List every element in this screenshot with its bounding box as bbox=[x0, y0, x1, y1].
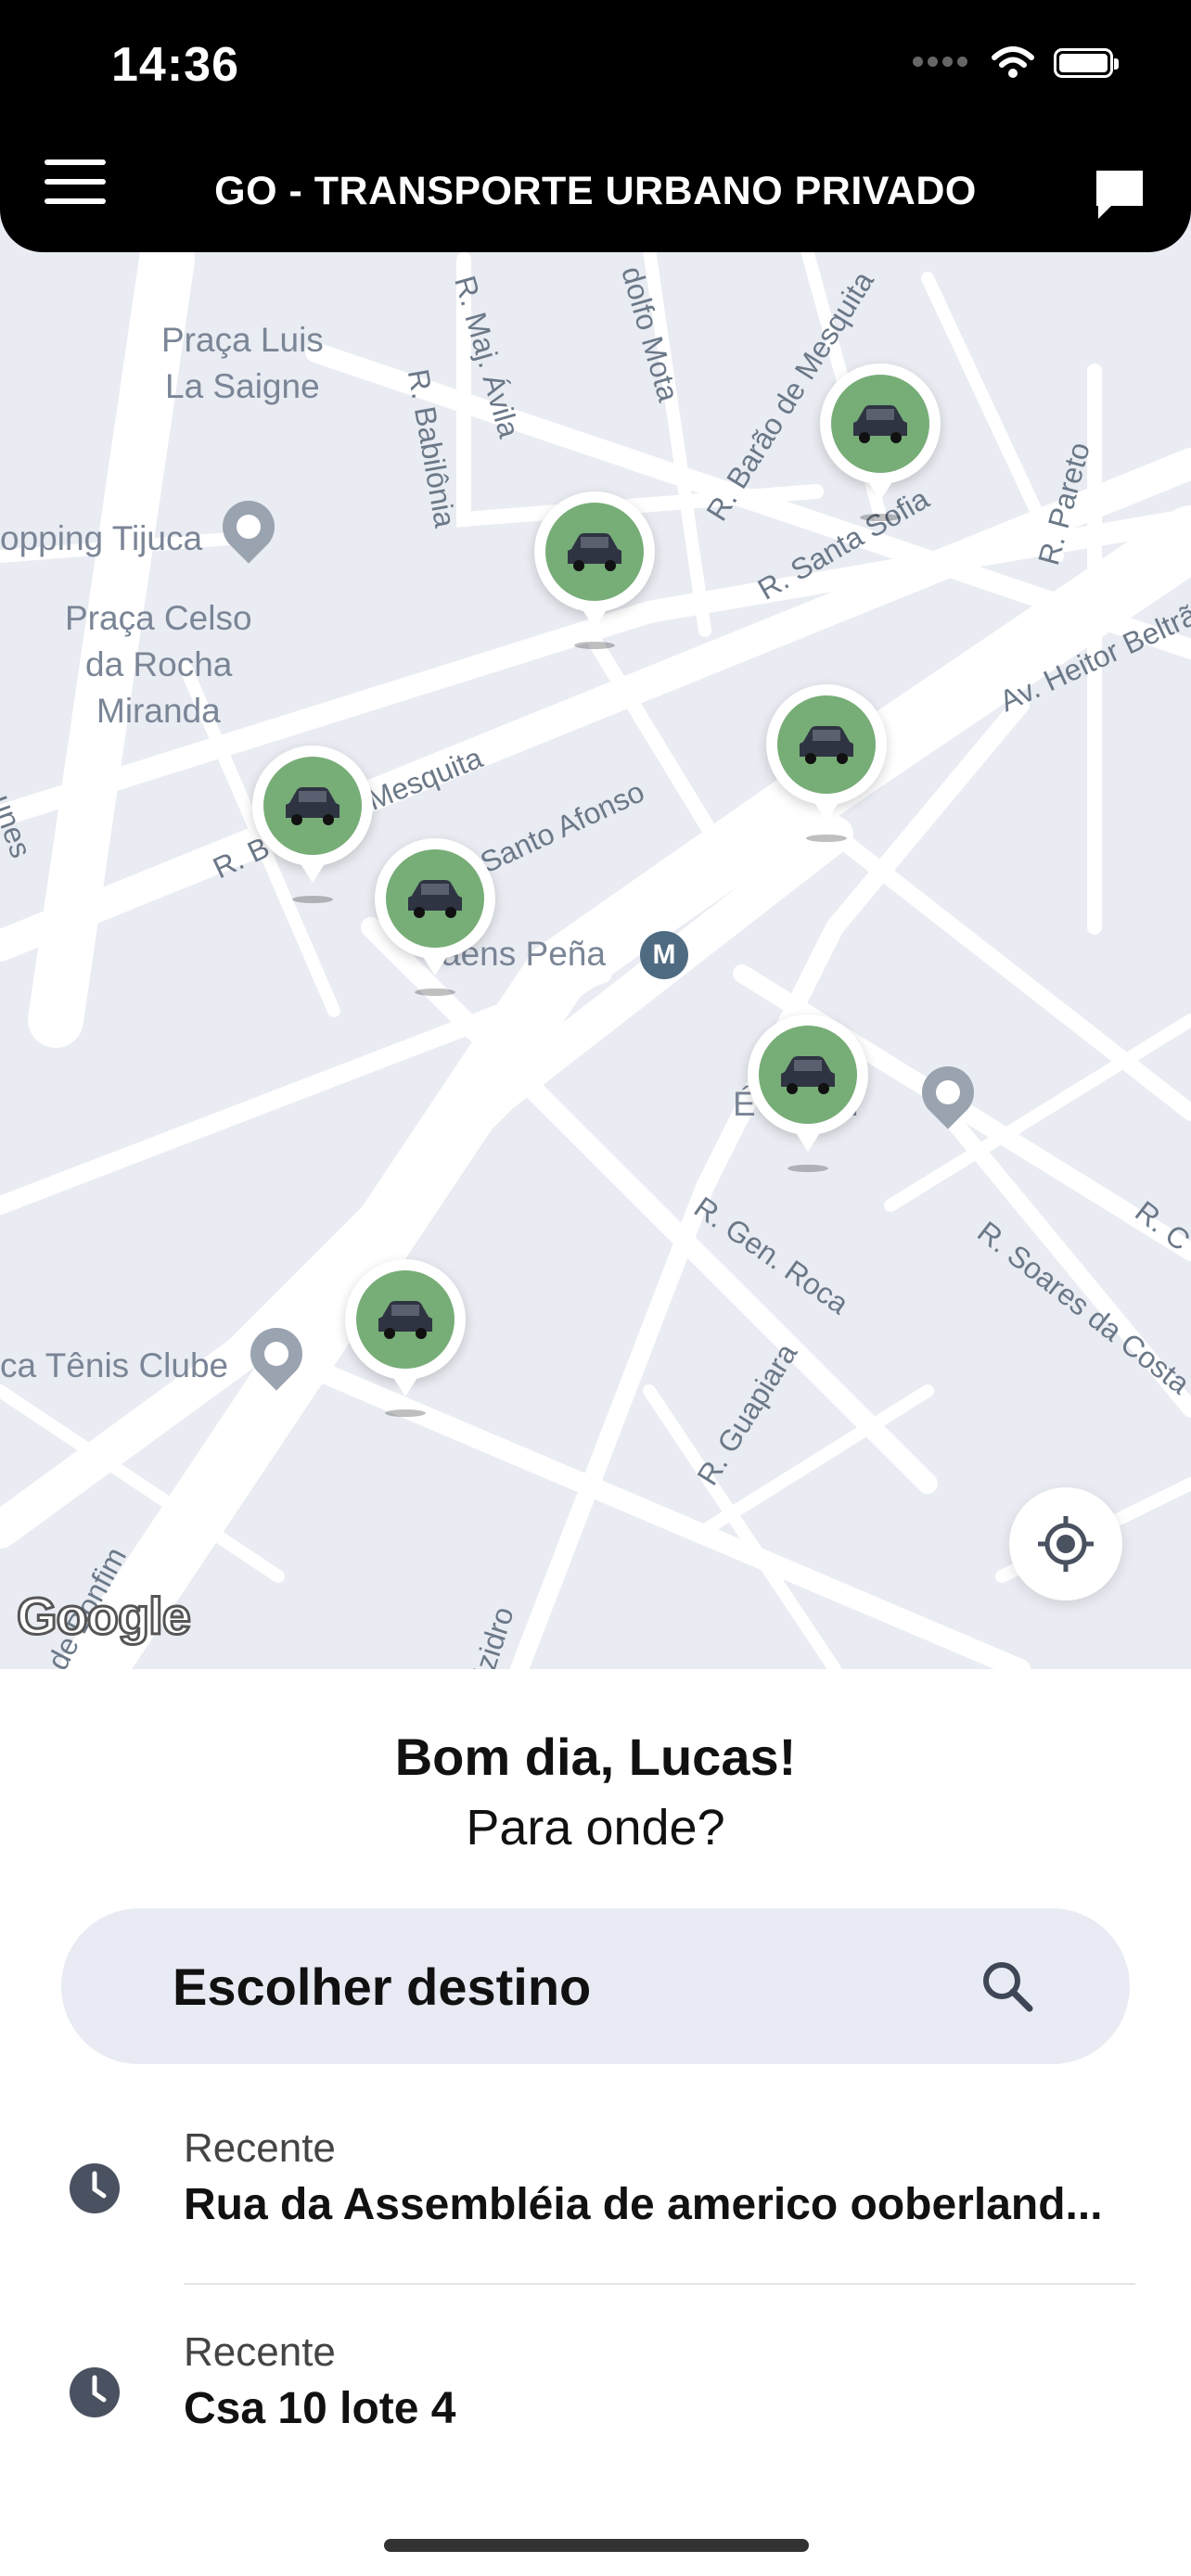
map-place-label: Praça Celso bbox=[65, 599, 252, 637]
car-marker[interactable] bbox=[534, 491, 655, 649]
recent-destination-item[interactable]: Recente Rua da Assembléia de americo oob… bbox=[0, 2114, 1191, 2290]
car-marker[interactable] bbox=[820, 363, 941, 521]
car-marker[interactable] bbox=[345, 1259, 466, 1417]
page-title: GO - TRANSPORTE URBANO PRIVADO bbox=[214, 169, 977, 213]
car-marker[interactable] bbox=[766, 684, 887, 842]
battery-icon bbox=[1054, 48, 1119, 78]
app-header: 14:36 GO - TRANSPORTE URBANO PRIVADO bbox=[0, 0, 1191, 252]
car-icon bbox=[286, 787, 339, 825]
home-indicator[interactable] bbox=[384, 2539, 809, 2552]
destination-sheet: Bom dia, Lucas! Para onde? Escolher dest… bbox=[0, 1669, 1191, 2576]
signal-icon bbox=[913, 55, 972, 71]
map-place-label: Praça Luis bbox=[161, 321, 324, 359]
chat-button[interactable] bbox=[1093, 167, 1146, 223]
chat-icon bbox=[1096, 171, 1143, 219]
wifi-icon bbox=[992, 46, 1034, 78]
map-place-label: Miranda bbox=[96, 692, 221, 730]
map-place-label: da Rocha bbox=[85, 645, 233, 683]
map-place-label: La Saigne bbox=[165, 367, 320, 405]
car-icon bbox=[853, 405, 907, 443]
search-icon bbox=[983, 1962, 1033, 2012]
car-marker[interactable] bbox=[252, 746, 373, 903]
recent-label: Recente bbox=[184, 2125, 336, 2171]
map-place-label: opping Tijuca bbox=[0, 519, 203, 557]
recent-label: Recente bbox=[184, 2329, 336, 2375]
car-icon bbox=[378, 1301, 432, 1339]
locate-icon bbox=[1038, 1516, 1094, 1572]
map-place-label: ca Tênis Clube bbox=[0, 1346, 229, 1384]
car-marker[interactable] bbox=[748, 1014, 868, 1172]
car-icon bbox=[568, 533, 621, 571]
google-attribution: Google bbox=[16, 1586, 193, 1647]
question-text: Para onde? bbox=[466, 1800, 725, 1855]
recent-address: Csa 10 lote 4 bbox=[184, 2384, 456, 2433]
car-icon bbox=[408, 880, 462, 918]
recent-destination-item[interactable]: Recente Csa 10 lote 4 bbox=[0, 2318, 1191, 2494]
destination-search-bar[interactable]: Escolher destino bbox=[61, 1908, 1130, 2064]
greeting-text: Bom dia, Lucas! bbox=[394, 1728, 797, 1786]
clock-icon bbox=[70, 2367, 120, 2417]
clock-icon bbox=[70, 2163, 120, 2213]
car-marker[interactable] bbox=[375, 838, 495, 996]
status-icons bbox=[913, 46, 1119, 80]
recent-address: Rua da Assembléia de americo ooberland..… bbox=[184, 2180, 1103, 2229]
metro-station-icon[interactable]: M bbox=[640, 931, 688, 979]
my-location-button[interactable] bbox=[1009, 1487, 1122, 1600]
search-label: Escolher destino bbox=[173, 1958, 592, 2016]
car-icon bbox=[781, 1056, 835, 1094]
car-icon bbox=[800, 726, 853, 764]
divider bbox=[184, 2283, 1135, 2285]
status-time: 14:36 bbox=[111, 38, 239, 92]
